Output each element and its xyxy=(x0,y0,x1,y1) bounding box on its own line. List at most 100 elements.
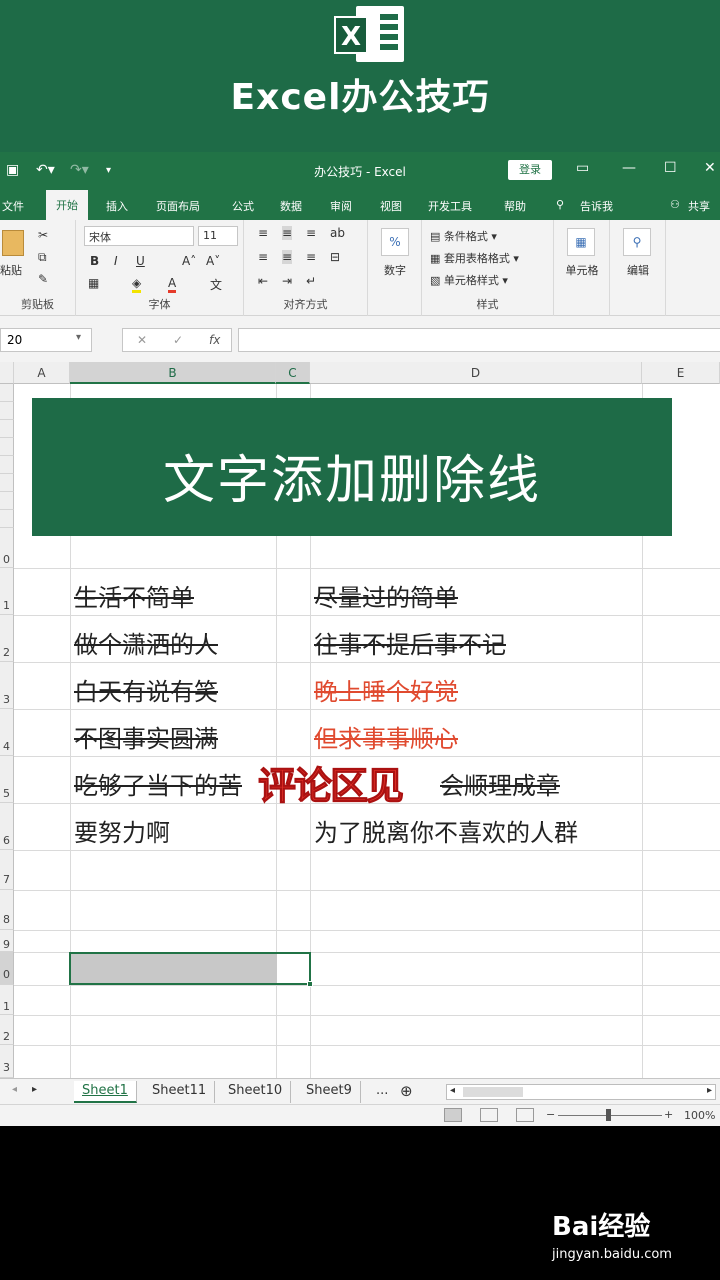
cancel-icon[interactable]: ✕ xyxy=(137,333,147,347)
tab-view[interactable]: 视图 xyxy=(380,198,402,214)
copy-icon[interactable]: ⧉ xyxy=(38,250,47,265)
align-middle-icon[interactable]: ≡ xyxy=(282,226,293,240)
scrollbar-thumb[interactable] xyxy=(463,1087,523,1097)
grow-font-icon[interactable]: A˄ xyxy=(182,254,196,268)
lightbulb-icon[interactable]: ⚲ xyxy=(556,198,564,211)
cell-b-text[interactable]: 做个潇洒的人 xyxy=(74,625,218,660)
share-button[interactable]: 共享 xyxy=(688,198,710,214)
row-header[interactable] xyxy=(0,510,14,528)
page-layout-view-icon[interactable] xyxy=(480,1108,498,1122)
sheet-tab[interactable]: Sheet1 xyxy=(74,1081,137,1103)
row-header[interactable]: 6 xyxy=(0,803,14,850)
row-header[interactable] xyxy=(0,492,14,510)
editing-button[interactable]: ⚲ xyxy=(622,228,652,260)
align-left-icon[interactable]: ≡ xyxy=(258,250,268,264)
tell-me-box[interactable]: 告诉我 xyxy=(580,198,613,214)
insert-function-button[interactable]: fx xyxy=(209,333,220,347)
select-all-corner[interactable] xyxy=(0,362,14,384)
sheet-tab[interactable]: Sheet11 xyxy=(144,1081,216,1103)
cell-d-text[interactable]: 往事不提后事不记 xyxy=(314,625,506,660)
wrap-text-icon[interactable]: ↵ xyxy=(306,274,316,288)
cell-d-text[interactable]: 尽量过的简单 xyxy=(314,578,458,613)
formula-input[interactable] xyxy=(238,328,720,352)
spreadsheet-grid[interactable]: A B C D E 0 1 2 3 4 5 6 7 8 9 0 1 2 3 文字… xyxy=(0,362,720,1078)
row-header[interactable]: 8 xyxy=(0,890,14,930)
column-header-a[interactable]: A xyxy=(14,362,70,384)
scroll-left-icon[interactable]: ◂ xyxy=(12,1084,17,1095)
increase-indent-icon[interactable]: ⇥ xyxy=(282,274,292,288)
row-header[interactable]: 4 xyxy=(0,709,14,756)
tab-file[interactable]: 文件 xyxy=(2,198,24,214)
font-size-select[interactable]: 11 xyxy=(198,226,238,246)
login-button[interactable]: 登录 xyxy=(508,160,552,180)
zoom-in-icon[interactable]: + xyxy=(664,1108,673,1121)
maximize-icon[interactable]: ☐ xyxy=(664,160,677,176)
enter-icon[interactable]: ✓ xyxy=(173,333,183,347)
row-header[interactable]: 1 xyxy=(0,985,14,1015)
row-header[interactable] xyxy=(0,384,14,402)
cell-d-text[interactable]: 为了脱离你不喜欢的人群 xyxy=(314,813,578,848)
row-header[interactable]: 7 xyxy=(0,850,14,890)
column-header-c[interactable]: C xyxy=(276,362,310,384)
cell-d-text[interactable]: 会顺理成章 xyxy=(440,766,560,801)
row-header[interactable]: 3 xyxy=(0,1045,14,1078)
row-header[interactable]: 0 xyxy=(0,528,14,568)
scroll-right-arrow-icon[interactable]: ▸ xyxy=(707,1085,712,1096)
paste-icon[interactable] xyxy=(2,230,24,256)
add-sheet-icon[interactable]: ⊕ xyxy=(400,1082,413,1100)
name-box-dropdown-icon[interactable]: ▾ xyxy=(76,332,81,343)
row-header[interactable] xyxy=(0,438,14,456)
cell-b-text[interactable]: 生活不简单 xyxy=(74,578,194,613)
tab-insert[interactable]: 插入 xyxy=(106,198,128,214)
shrink-font-icon[interactable]: A˅ xyxy=(206,254,220,268)
cell-b-text[interactable]: 吃够了当下的苦 xyxy=(74,766,242,801)
zoom-level[interactable]: 100% xyxy=(684,1109,715,1122)
cell-d-text-red[interactable]: 但求事事顺心 xyxy=(314,719,458,754)
font-name-select[interactable]: 宋体 xyxy=(84,226,194,246)
tab-data[interactable]: 数据 xyxy=(280,198,302,214)
phonetic-icon[interactable]: 文 xyxy=(210,276,222,293)
merge-center-icon[interactable]: ⊟ xyxy=(330,250,340,264)
tab-page-layout[interactable]: 页面布局 xyxy=(156,198,200,214)
font-color-icon[interactable]: A xyxy=(168,276,177,293)
align-center-icon[interactable]: ≡ xyxy=(282,250,293,264)
tab-home[interactable]: 开始 xyxy=(46,190,88,220)
row-header[interactable] xyxy=(0,420,14,438)
border-icon[interactable]: ▦ xyxy=(88,276,99,290)
cells-button[interactable]: ▦ xyxy=(566,228,596,260)
normal-view-icon[interactable] xyxy=(444,1108,462,1122)
align-top-icon[interactable]: ≡ xyxy=(258,226,268,240)
row-header[interactable] xyxy=(0,474,14,492)
decrease-indent-icon[interactable]: ⇤ xyxy=(258,274,268,288)
minimize-icon[interactable]: — xyxy=(622,160,636,176)
tab-help[interactable]: 帮助 xyxy=(504,198,526,214)
close-icon[interactable]: ✕ xyxy=(704,160,716,176)
format-painter-icon[interactable]: ✎ xyxy=(38,272,48,286)
cut-icon[interactable]: ✂ xyxy=(38,228,48,242)
underline-icon[interactable]: U xyxy=(136,254,145,268)
bold-icon[interactable]: B xyxy=(90,254,99,268)
more-sheets-button[interactable]: ... xyxy=(368,1081,396,1103)
sheet-title-block[interactable]: 文字添加删除线 xyxy=(32,398,672,536)
tab-developer[interactable]: 开发工具 xyxy=(428,198,472,214)
align-right-icon[interactable]: ≡ xyxy=(306,250,316,264)
row-header[interactable] xyxy=(0,456,14,474)
scroll-left-arrow-icon[interactable]: ◂ xyxy=(450,1085,455,1096)
tab-formulas[interactable]: 公式 xyxy=(232,198,254,214)
scroll-right-icon[interactable]: ▸ xyxy=(32,1084,37,1095)
ribbon-display-icon[interactable]: ▭ xyxy=(576,160,589,176)
fill-color-icon[interactable]: ◈ xyxy=(132,276,142,293)
column-header-d[interactable]: D xyxy=(310,362,642,384)
cell-b-text[interactable]: 要努力啊 xyxy=(74,813,170,848)
row-header[interactable]: 2 xyxy=(0,615,14,662)
align-bottom-icon[interactable]: ≡ xyxy=(306,226,316,240)
column-header-e[interactable]: E xyxy=(642,362,720,384)
number-format-button[interactable]: % xyxy=(380,228,410,260)
tab-review[interactable]: 审阅 xyxy=(330,198,352,214)
conditional-format-button[interactable]: ▤ 条件格式 ▾ xyxy=(430,228,497,244)
column-header-b[interactable]: B xyxy=(70,362,276,384)
row-header[interactable]: 0 xyxy=(0,952,14,985)
row-header[interactable] xyxy=(0,402,14,420)
cell-d-text-red[interactable]: 晚上睡个好觉 xyxy=(314,672,458,707)
cell-b-text[interactable]: 不图事实圆满 xyxy=(74,719,218,754)
